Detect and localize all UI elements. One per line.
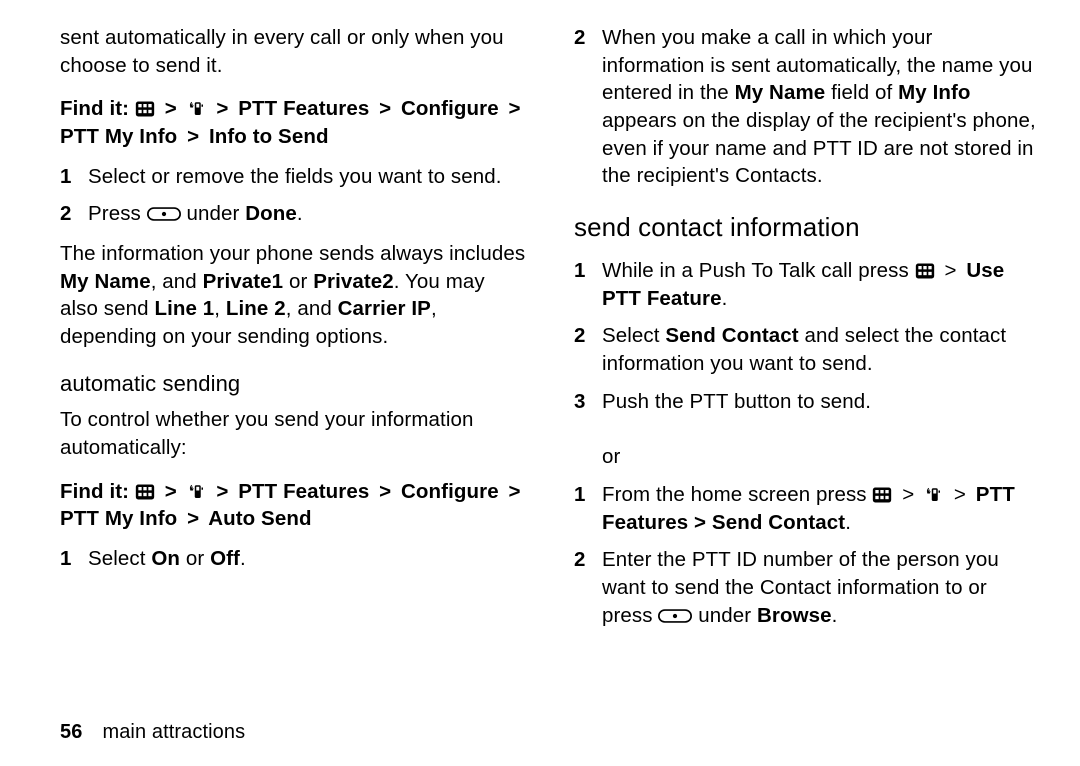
info-paragraph: The information your phone sends always … (60, 240, 526, 351)
step-item: 1 While in a Push To Talk call press > U… (574, 257, 1040, 312)
ptt-phone-icon (187, 483, 207, 501)
ptt-phone-icon (924, 486, 944, 504)
step-body: Select On or Off. (88, 545, 526, 573)
step-body: Press under Done. (88, 200, 526, 228)
step-item: 1 Select or remove the fields you want t… (60, 163, 526, 191)
step-body: When you make a call in which your infor… (602, 24, 1040, 190)
ptt-phone-icon (187, 100, 207, 118)
step-number: 2 (574, 24, 602, 190)
step-body: From the home screen press > > PTT Featu… (602, 481, 1040, 536)
step-item: 1 From the home screen press > > PTT Fea… (574, 481, 1040, 536)
step-number: 2 (574, 546, 602, 629)
step-item: 1 Select On or Off. (60, 545, 526, 573)
step-number: 1 (60, 545, 88, 573)
left-column: sent automatically in every call or only… (60, 24, 526, 766)
step-number: 1 (574, 257, 602, 312)
step-body: Select or remove the fields you want to … (88, 163, 526, 191)
steps-list-2: 1 Select On or Off. (60, 545, 526, 573)
step-number: 2 (60, 200, 88, 228)
page-section-title: main attractions (102, 719, 245, 746)
right-column: 2 When you make a call in which your inf… (574, 24, 1040, 766)
page-number: 56 (60, 719, 82, 746)
steps-list-1: 1 Select or remove the fields you want t… (60, 163, 526, 228)
step-item: 2 Select Send Contact and select the con… (574, 322, 1040, 377)
softkey-icon (147, 206, 181, 222)
find-it-path-2: Find it: > > PTT Features > Configure > … (60, 478, 526, 533)
grid-icon (135, 483, 155, 501)
page: sent automatically in every call or only… (0, 0, 1080, 766)
section-heading-send-contact-information: send contact information (574, 210, 1040, 245)
step-number: 1 (60, 163, 88, 191)
step-number: 1 (574, 481, 602, 536)
page-footer: 56 main attractions (60, 719, 245, 746)
step-body: Select Send Contact and select the conta… (602, 322, 1040, 377)
step-number: 3 (574, 388, 602, 471)
step-body: Enter the PTT ID number of the person yo… (602, 546, 1040, 629)
softkey-icon (658, 608, 692, 624)
subsection-heading-automatic-sending: automatic sending (60, 369, 526, 399)
step-body: Push the PTT button to send.or (602, 388, 1040, 471)
find-it-path-1: Find it: > > PTT Features > Configure > … (60, 95, 526, 150)
intro-paragraph: sent automatically in every call or only… (60, 24, 526, 79)
step-number: 2 (574, 322, 602, 377)
step-item: 3 Push the PTT button to send.or (574, 388, 1040, 471)
auto-intro-paragraph: To control whether you send your informa… (60, 406, 526, 461)
grid-icon (135, 100, 155, 118)
step-body: While in a Push To Talk call press > Use… (602, 257, 1040, 312)
step-item: 2 When you make a call in which your inf… (574, 24, 1040, 190)
grid-icon (915, 262, 935, 280)
step-item: 2 Enter the PTT ID number of the person … (574, 546, 1040, 629)
step-item: 2 Press under Done. (60, 200, 526, 228)
steps-list-4: 1 While in a Push To Talk call press > U… (574, 257, 1040, 629)
steps-list-3: 2 When you make a call in which your inf… (574, 24, 1040, 190)
grid-icon (872, 486, 892, 504)
